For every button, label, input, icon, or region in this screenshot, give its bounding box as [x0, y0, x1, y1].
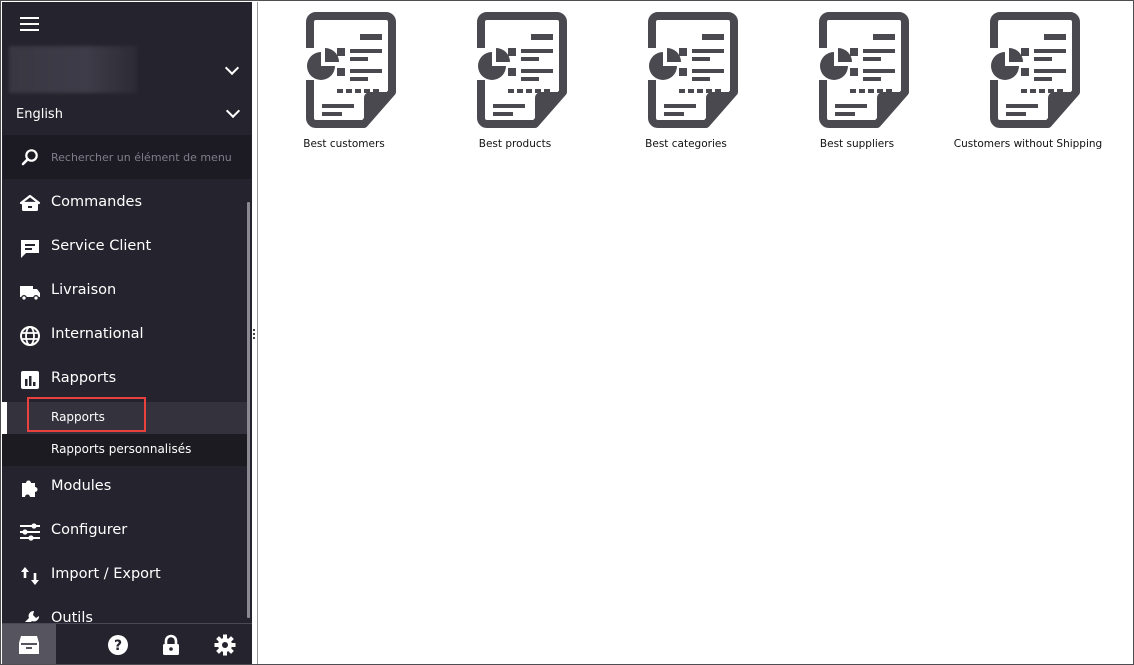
report-tile-customers-without-shipping[interactable]: Customers without Shipping: [943, 12, 1113, 162]
lock-icon: [163, 634, 179, 655]
chat-icon: [21, 240, 39, 258]
sidebar: English Commandes: [2, 2, 252, 664]
report-document-icon: [306, 12, 396, 128]
sidebar-menu: Commandes Service Client Livraison Inter…: [2, 182, 250, 622]
report-tile-best-customers[interactable]: Best customers: [259, 12, 429, 162]
report-tile-label: Best categories: [645, 138, 727, 150]
app-window: English Commandes: [0, 0, 1134, 665]
report-tile-label: Customers without Shipping: [953, 138, 1103, 150]
reports-panel: Best customers Best products Best catego…: [259, 2, 1133, 664]
chevron-down-icon: [224, 60, 240, 76]
sidebar-item-rapports[interactable]: Rapports: [2, 358, 250, 402]
sidebar-item-international[interactable]: International: [2, 314, 250, 358]
arrows-updown-icon: [21, 567, 39, 585]
menu-search-input[interactable]: [51, 146, 241, 168]
report-tile-best-suppliers[interactable]: Best suppliers: [772, 12, 942, 162]
report-document-icon: [477, 12, 567, 128]
sidebar-subitem-label: Rapports: [51, 410, 105, 424]
basket-icon: [19, 194, 41, 211]
shop-selector[interactable]: [9, 46, 249, 94]
sidebar-item-service-client[interactable]: Service Client: [2, 226, 250, 270]
search-icon: [21, 149, 38, 166]
sidebar-item-label: Livraison: [51, 282, 117, 298]
sidebar-item-import-export[interactable]: Import / Export: [2, 554, 250, 598]
sidebar-item-livraison[interactable]: Livraison: [2, 270, 250, 314]
sidebar-item-label: Modules: [51, 478, 112, 494]
chevron-down-icon: [225, 103, 241, 119]
help-button[interactable]: ?: [91, 624, 145, 664]
sidebar-bottom-bar: ?: [2, 623, 252, 664]
sliders-icon: [20, 523, 40, 541]
sidebar-splitter[interactable]: [252, 2, 258, 664]
sidebar-item-commandes[interactable]: Commandes: [2, 182, 250, 226]
active-indicator: [2, 402, 7, 434]
gear-icon: [214, 634, 236, 656]
sidebar-item-label: Configurer: [51, 522, 128, 538]
truck-icon: [20, 286, 40, 301]
report-tile-label: Best products: [478, 138, 552, 150]
sidebar-scrollbar[interactable]: [247, 202, 250, 618]
language-selector[interactable]: English: [3, 98, 251, 132]
puzzle-icon: [22, 480, 38, 497]
sidebar-subitem-label: Rapports personnalisés: [51, 442, 192, 456]
sidebar-item-label: Commandes: [51, 194, 143, 210]
shop-name-redacted: [9, 46, 137, 93]
wrench-icon: [25, 610, 40, 622]
lock-button[interactable]: [144, 624, 198, 664]
sidebar-item-label: Import / Export: [51, 566, 161, 582]
sidebar-item-configurer[interactable]: Configurer: [2, 510, 250, 554]
report-document-icon: [819, 12, 909, 128]
sidebar-item-label: International: [51, 326, 144, 342]
sidebar-subitem-rapports[interactable]: Rapports: [2, 402, 250, 434]
report-tile-best-products[interactable]: Best products: [430, 12, 600, 162]
hamburger-menu-icon[interactable]: [20, 16, 40, 32]
report-tile-best-categories[interactable]: Best categories: [601, 12, 771, 162]
report-document-icon: [648, 12, 738, 128]
sidebar-item-outils[interactable]: Outils: [2, 598, 250, 622]
language-value: English: [16, 107, 63, 122]
svg-text:?: ?: [114, 638, 122, 654]
report-tile-label: Best suppliers: [819, 138, 895, 150]
menu-search: [3, 135, 251, 179]
globe-icon: [20, 326, 40, 346]
sidebar-item-label: Service Client: [51, 238, 152, 254]
report-document-icon: [990, 12, 1080, 128]
settings-button[interactable]: [198, 624, 252, 664]
help-icon: ?: [108, 635, 128, 655]
sidebar-subitem-rapports-personnalises[interactable]: Rapports personnalisés: [2, 434, 250, 466]
sidebar-item-label: Rapports: [51, 370, 117, 386]
inbox-button[interactable]: [2, 624, 56, 664]
report-tile-label: Best customers: [303, 138, 385, 150]
sidebar-item-modules[interactable]: Modules: [2, 466, 250, 510]
sidebar-item-label: Outils: [51, 610, 93, 622]
inbox-icon: [19, 636, 39, 654]
bar-chart-icon: [21, 371, 39, 389]
drag-handle-icon: [253, 329, 256, 339]
